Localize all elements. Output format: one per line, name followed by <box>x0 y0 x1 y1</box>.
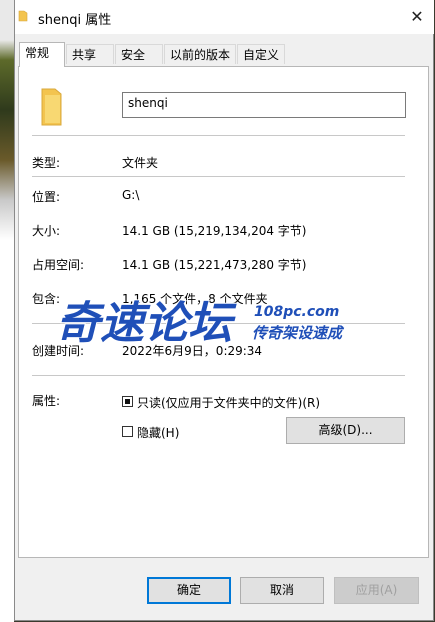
apply-button[interactable]: 应用(A) <box>334 577 419 604</box>
folder-icon <box>41 88 62 126</box>
tab-previous-versions[interactable]: 以前的版本 <box>164 44 236 64</box>
readonly-label[interactable]: 只读(仅应用于文件夹中的文件)(R) <box>137 394 320 411</box>
title-bar[interactable]: shenqi 属性 ✕ <box>15 0 434 34</box>
location-value: G:\ <box>122 188 140 202</box>
advanced-button[interactable]: 高级(D)... <box>286 417 405 444</box>
desktop-background <box>0 0 14 622</box>
ok-button[interactable]: 确定 <box>147 577 231 604</box>
size-value: 14.1 GB (15,219,134,204 字节) <box>122 224 307 238</box>
hidden-label[interactable]: 隐藏(H) <box>137 424 179 441</box>
svg-text:传奇架设速成: 传奇架设速成 <box>252 324 345 342</box>
tab-general[interactable]: 常规 <box>19 42 65 67</box>
attributes-label: 属性: <box>32 394 61 408</box>
hidden-checkbox[interactable] <box>122 426 133 437</box>
type-label: 类型: <box>32 156 61 170</box>
location-label: 位置: <box>32 190 61 204</box>
close-icon[interactable]: ✕ <box>406 6 428 28</box>
watermark-logo: 奇速论坛 108pc.com 传奇架设速成 <box>56 297 346 350</box>
size-label: 大小: <box>32 224 61 238</box>
svg-text:108pc.com: 108pc.com <box>254 304 339 320</box>
tab-customize[interactable]: 自定义 <box>237 44 285 64</box>
divider <box>32 135 405 136</box>
divider <box>32 176 405 177</box>
window-title: shenqi 属性 <box>38 13 112 28</box>
cancel-button[interactable]: 取消 <box>240 577 324 604</box>
folder-icon <box>18 10 28 22</box>
tab-security[interactable]: 安全 <box>115 44 163 64</box>
size-on-disk-label: 占用空间: <box>32 258 85 272</box>
divider <box>32 375 405 376</box>
tab-sharing[interactable]: 共享 <box>66 44 114 64</box>
folder-name-input[interactable]: shenqi <box>122 92 406 118</box>
type-value: 文件夹 <box>122 156 159 170</box>
svg-text:奇速论坛: 奇速论坛 <box>56 298 237 349</box>
readonly-checkbox[interactable] <box>122 396 133 407</box>
size-on-disk-value: 14.1 GB (15,221,473,280 字节) <box>122 258 307 272</box>
